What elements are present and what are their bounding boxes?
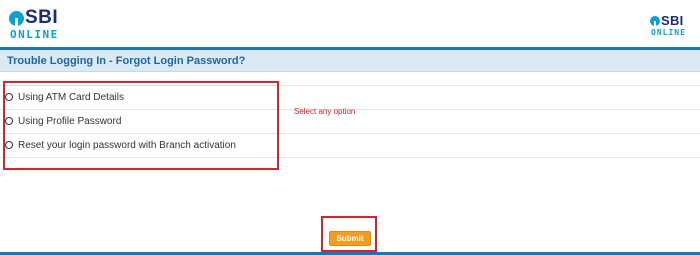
page-title: Trouble Logging In - Forgot Login Passwo… bbox=[7, 55, 246, 67]
sbi-keyhole bbox=[15, 18, 18, 27]
sbi-online-logo-small: SBI ONLINE bbox=[650, 13, 690, 37]
sbi-keyhole bbox=[654, 21, 656, 27]
logo-sub-text: ONLINE bbox=[10, 28, 59, 41]
logo-sub-text: ONLINE bbox=[651, 28, 686, 37]
section-title-bar: Trouble Logging In - Forgot Login Passwo… bbox=[0, 50, 700, 72]
sbi-online-logo[interactable]: SBI ONLINE bbox=[9, 7, 69, 41]
submit-button[interactable]: Submit bbox=[329, 231, 371, 246]
page-header: SBI ONLINE SBI ONLINE bbox=[0, 0, 700, 47]
logo-brand-text: SBI bbox=[25, 7, 59, 28]
select-option-hint: Select any option bbox=[294, 107, 356, 116]
options-highlight-box bbox=[3, 81, 279, 170]
logo-brand-text: SBI bbox=[661, 13, 684, 28]
